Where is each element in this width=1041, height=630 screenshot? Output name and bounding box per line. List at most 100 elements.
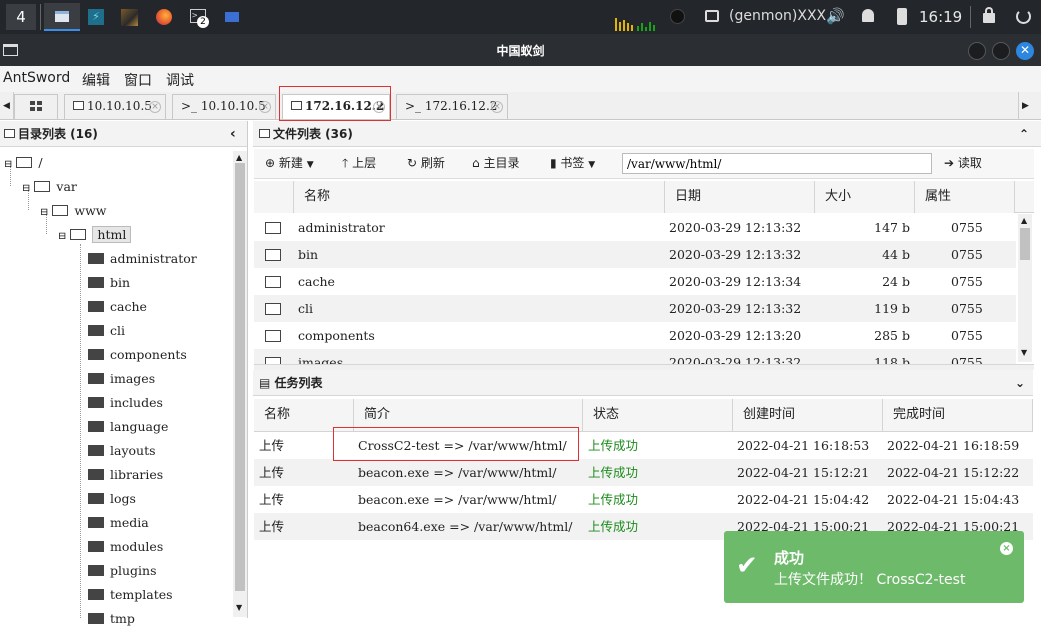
folder-icon[interactable]: [225, 12, 239, 22]
firefox-icon[interactable]: [156, 9, 172, 25]
tree-node-html[interactable]: ⊟ html: [58, 224, 132, 246]
collapse-down-icon[interactable]: ⌄: [1015, 370, 1025, 396]
folder-icon: [88, 349, 104, 360]
tree-node-child[interactable]: administrator: [88, 248, 197, 270]
display-icon[interactable]: [705, 10, 719, 22]
maximize-button[interactable]: [992, 42, 1010, 60]
tree-node-var[interactable]: ⊟ var: [22, 176, 77, 198]
file-col-attr[interactable]: 属性: [915, 181, 1015, 213]
file-col-name[interactable]: 名称: [294, 181, 665, 213]
tree-node-www[interactable]: ⊟ www: [40, 200, 107, 222]
scroll-up-arrow[interactable]: ▲: [236, 153, 242, 162]
tree-node-root[interactable]: ⊟ /: [4, 152, 43, 174]
menu-edit[interactable]: 编辑: [82, 70, 110, 90]
read-button[interactable]: ➔ 读取: [944, 149, 982, 177]
tab-10-10-10-5[interactable]: 10.10.10.5 ×: [64, 94, 166, 119]
close-button[interactable]: ✕: [1016, 42, 1034, 60]
folder-icon: [88, 301, 104, 312]
battery-icon[interactable]: [897, 8, 907, 25]
power-icon[interactable]: [1016, 9, 1031, 24]
tree-node-child[interactable]: libraries: [88, 464, 163, 486]
up-button[interactable]: 🡑 上层: [342, 149, 376, 177]
tree-node-child[interactable]: components: [88, 344, 187, 366]
file-scrollbar[interactable]: ▲ ▼: [1018, 214, 1032, 362]
task-created: 2022-04-21 16:18:53: [737, 438, 870, 453]
tab-terminal-10-10-10-5[interactable]: >_ 10.10.10.5 ×: [172, 94, 276, 119]
task-col-finished[interactable]: 完成时间: [883, 399, 1033, 431]
task-col-created[interactable]: 创建时间: [733, 399, 883, 431]
active-window-button[interactable]: [44, 3, 80, 31]
tree-node-child[interactable]: bin: [88, 272, 130, 294]
tree-node-child[interactable]: tmp: [88, 608, 135, 630]
menu-antsword[interactable]: AntSword: [3, 70, 70, 86]
folder-icon: [73, 101, 84, 110]
tree-node-child[interactable]: layouts: [88, 440, 156, 462]
task-finished: 2022-04-21 15:12:22: [887, 465, 1020, 480]
cpu-graph-icon: [615, 14, 657, 31]
tree-node-child[interactable]: cache: [88, 296, 147, 318]
tree-node-child[interactable]: logs: [88, 488, 136, 510]
home-tab[interactable]: [14, 94, 58, 119]
arrow-up-icon: 🡑: [342, 156, 353, 170]
scroll-down-arrow[interactable]: ▼: [1021, 348, 1027, 357]
lock-shackle: [985, 7, 993, 15]
tree-label: administrator: [110, 251, 197, 266]
folder-icon: [88, 469, 104, 480]
scroll-down-arrow[interactable]: ▼: [236, 603, 242, 612]
tree-node-child[interactable]: plugins: [88, 560, 157, 582]
app-icon-1[interactable]: ⚡: [88, 9, 104, 25]
collapse-toggle-icon[interactable]: ⊟: [40, 207, 48, 218]
task-row-highlight: [333, 427, 579, 461]
workspace-button[interactable]: 4: [6, 4, 36, 30]
file-col-size[interactable]: 大小: [815, 181, 915, 213]
collapse-toggle-icon[interactable]: ⊟: [22, 183, 30, 194]
task-row[interactable]: 上传 beacon.exe => /var/www/html/上传成功 2022-0…: [254, 459, 1033, 486]
refresh-button[interactable]: ↻ 刷新: [407, 149, 445, 177]
tree-node-child[interactable]: language: [88, 416, 168, 438]
volume-icon[interactable]: 🔊: [826, 7, 845, 25]
tree-node-child[interactable]: modules: [88, 536, 163, 558]
clock[interactable]: 16:19: [919, 8, 962, 26]
collapse-toggle-icon[interactable]: ⊟: [58, 231, 66, 242]
tree-node-child[interactable]: includes: [88, 392, 163, 414]
path-input[interactable]: [622, 153, 932, 174]
scroll-thumb[interactable]: [1020, 228, 1030, 260]
tree-label-selected: html: [92, 226, 132, 243]
tab-scroll-right[interactable]: ▶: [1018, 92, 1032, 120]
tree-node-child[interactable]: cli: [88, 320, 125, 342]
minimize-button[interactable]: [968, 42, 986, 60]
file-col-date[interactable]: 日期: [665, 181, 815, 213]
bookmark-button[interactable]: ▮ 书签 ▼: [550, 149, 595, 177]
tree-node-child[interactable]: templates: [88, 584, 173, 606]
menu-debug[interactable]: 调试: [166, 70, 194, 90]
collapse-up-icon[interactable]: ⌃: [1019, 121, 1029, 147]
success-toast[interactable]: ✔ 成功 上传文件成功！ CrossC2-test ×: [724, 531, 1024, 603]
tree-label: cli: [110, 323, 125, 338]
task-row[interactable]: 上传 beacon.exe => /var/www/html/上传成功 2022-0…: [254, 486, 1033, 513]
menu-window[interactable]: 窗口: [124, 70, 152, 90]
tab-close-icon[interactable]: ×: [149, 101, 161, 113]
new-button[interactable]: ⊕ 新建 ▼: [265, 149, 314, 177]
tree-node-child[interactable]: images: [88, 368, 155, 390]
toast-close-icon[interactable]: ×: [1000, 542, 1013, 555]
home-button[interactable]: ⌂ 主目录: [472, 149, 519, 177]
window-titlebar[interactable]: 中国蚁剑 ✕: [0, 34, 1041, 66]
tab-terminal-172-16-12-2[interactable]: >_ 172.16.12.2 ×: [396, 94, 508, 119]
tab-close-icon[interactable]: ×: [259, 101, 271, 113]
toast-message: 上传文件成功！ CrossC2-test: [774, 572, 966, 588]
task-col-status[interactable]: 状态: [583, 399, 733, 431]
scroll-up-arrow[interactable]: ▲: [1021, 216, 1027, 225]
app-icon-2[interactable]: [121, 9, 138, 26]
scroll-thumb[interactable]: [235, 163, 245, 591]
collapse-toggle-icon[interactable]: ⊟: [4, 159, 12, 170]
tree-label: templates: [110, 587, 173, 602]
tab-scroll-left[interactable]: ◀: [0, 92, 14, 120]
collapse-left-icon[interactable]: ‹: [230, 121, 236, 147]
alien-icon[interactable]: [670, 9, 685, 24]
tree-node-child[interactable]: media: [88, 512, 149, 534]
tree-scrollbar[interactable]: ▲ ▼: [233, 151, 247, 617]
bell-icon[interactable]: [862, 9, 874, 22]
tab-close-icon[interactable]: ×: [491, 101, 503, 113]
folder-icon: [88, 517, 104, 528]
tree-label: www: [74, 203, 107, 218]
